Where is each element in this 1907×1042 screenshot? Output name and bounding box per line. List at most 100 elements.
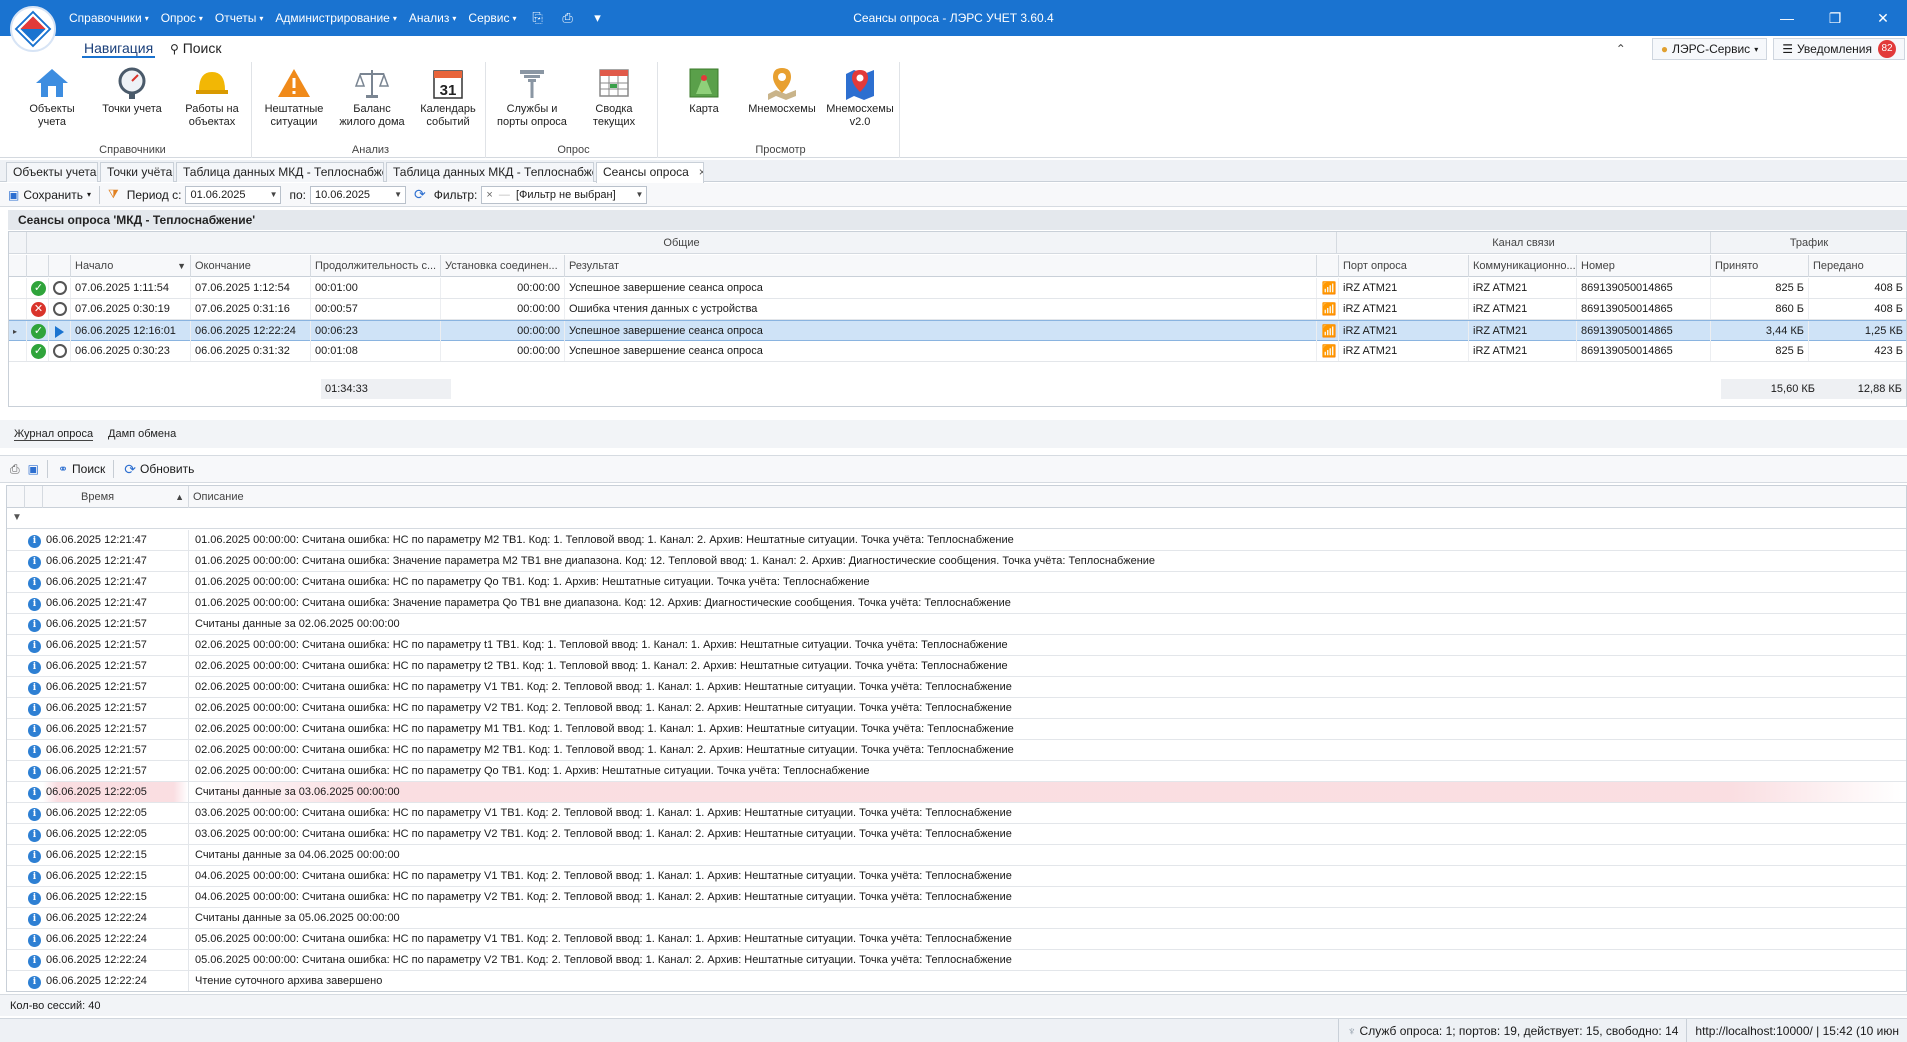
header-duration[interactable]: Продолжительность с... [311,255,441,277]
menu-item[interactable]: Отчеты ▾ [210,11,269,25]
log-type-cell: i [25,971,43,991]
chevron-down-icon[interactable]: ▾ [590,11,606,25]
close-tab-icon[interactable]: × [699,165,703,179]
log-row[interactable]: i 06.06.2025 12:21:57 02.06.2025 00:00:00:… [7,635,1906,656]
log-row[interactable]: i 06.06.2025 12:22:24 05.06.2025 00:00:00:… [7,929,1906,950]
doc-tab-objects[interactable]: Объекты учета [6,162,98,182]
log-row[interactable]: i 06.06.2025 12:21:57 02.06.2025 00:00:00:… [7,698,1906,719]
map-button[interactable]: Карта [666,66,742,116]
log-row[interactable]: i 06.06.2025 12:22:05 03.06.2025 00:00:00:… [7,824,1906,845]
service-status[interactable]: ♆ Служб опроса: 1; портов: 19, действует… [1338,1019,1686,1042]
log-search-button[interactable]: ⚭ Поиск [58,462,105,476]
info-icon: i [28,724,41,737]
tab-search[interactable]: ⚲ Поиск [168,40,223,56]
mnemo-v2-button[interactable]: Мнемосхемы v2.0 [822,66,898,129]
logo-icon [17,13,49,45]
cell-received: 860 Б [1711,299,1809,319]
alarm-clock-icon [53,302,67,316]
doc-tab-data-table-2[interactable]: Таблица данных МКД - Теплоснабжение [386,162,594,182]
collapse-ribbon-button[interactable]: ⌃ [1610,42,1632,56]
header-type[interactable] [49,255,71,277]
doc-tab-points[interactable]: Точки учёта [100,162,174,182]
close-button[interactable]: ✕ [1859,0,1907,36]
session-row[interactable]: ▸ ✓ 📶 06.06.2025 12:16:01 06.06.2025 12:22:2… [9,320,1906,341]
log-row[interactable]: i 06.06.2025 12:22:05 03.06.2025 00:00:00:… [7,803,1906,824]
works-button[interactable]: Работы на объектах [174,66,250,129]
filter-clear-icon[interactable]: × [486,189,492,201]
log-row[interactable]: i 06.06.2025 12:21:57 Считаны данные за 02… [7,614,1906,635]
log-row[interactable]: i 06.06.2025 12:22:24 05.06.2025 00:00:00:… [7,950,1906,971]
objects-button[interactable]: Объекты учета [14,66,90,129]
log-row[interactable]: i 06.06.2025 12:22:24 Чтение суточного арх… [7,971,1906,991]
log-time: 06.06.2025 12:21:57 [43,635,189,655]
minimize-button[interactable]: — [1763,0,1811,36]
header-result[interactable]: Результат [565,255,1317,277]
header-end[interactable]: Окончание [191,255,311,277]
restore-button[interactable]: ❐ [1811,0,1859,36]
header-number[interactable]: Номер [1577,255,1711,277]
header-connect[interactable]: Установка соединен... [441,255,565,277]
tab-dump[interactable]: Дамп обмена [108,428,176,440]
calendar-button[interactable]: 31 Календарь событий [410,66,486,129]
menu-item[interactable]: Анализ ▾ [404,11,462,25]
header-sent[interactable]: Передано [1809,255,1906,277]
log-row[interactable]: i 06.06.2025 12:22:15 04.06.2025 00:00:00:… [7,887,1906,908]
log-time: 06.06.2025 12:22:24 [43,950,189,970]
tab-journal[interactable]: Журнал опроса [14,428,94,441]
log-row[interactable]: i 06.06.2025 12:22:15 04.06.2025 00:00:00:… [7,866,1906,887]
save-button[interactable]: ▣ Сохранить ▾ [8,188,91,202]
log-filter-row[interactable]: ▼ [7,509,1906,529]
print-button[interactable]: ⎙ [10,462,20,477]
log-row[interactable]: i 06.06.2025 12:21:57 02.06.2025 00:00:00:… [7,677,1906,698]
header-received[interactable]: Принято [1711,255,1809,277]
log-header-description[interactable]: Описание [189,486,1906,508]
points-button[interactable]: Точки учета [94,66,170,116]
menu-item[interactable]: Администрирование ▾ [270,11,401,25]
notifications-button[interactable]: ☰ Уведомления 82 [1773,38,1905,60]
header-port[interactable]: Порт опроса [1339,255,1469,277]
log-row[interactable]: i 06.06.2025 12:21:57 02.06.2025 00:00:00:… [7,656,1906,677]
header-comm[interactable]: Коммуникационно... [1469,255,1577,277]
log-row[interactable]: i 06.06.2025 12:22:05 Считаны данные за 03… [7,782,1906,803]
log-row[interactable]: i 06.06.2025 12:21:47 01.06.2025 00:00:00:… [7,593,1906,614]
emergencies-button[interactable]: Нештатные ситуации [256,66,332,129]
doc-tab-data-table-1[interactable]: Таблица данных МКД - Теплоснабжение [176,162,384,182]
log-header-type[interactable] [25,486,43,508]
doc-tab-sessions[interactable]: Сеансы опроса × [596,162,704,183]
session-row[interactable]: ✓ 📶 06.06.2025 0:30:23 06.06.2025 0:31:32 00… [9,341,1906,362]
period-from-input[interactable]: 01.06.2025 ▼ [185,185,282,204]
period-to-input[interactable]: 10.06.2025 ▼ [310,185,406,204]
log-row[interactable]: i 06.06.2025 12:21:47 01.06.2025 00:00:00:… [7,572,1906,593]
user-button[interactable]: ● ЛЭРС-Сервис ▾ [1651,38,1768,60]
export-button[interactable]: ▣ [28,462,39,476]
log-refresh-button[interactable]: ⟳ Обновить [124,461,194,478]
log-row[interactable]: i 06.06.2025 12:21:57 02.06.2025 00:00:00:… [7,719,1906,740]
menu-item[interactable]: Опрос ▾ [156,11,208,25]
refresh-period-button[interactable]: ⟳ [414,186,426,203]
log-row[interactable]: i 06.06.2025 12:21:57 02.06.2025 00:00:00:… [7,740,1906,761]
menu-item[interactable]: Справочники ▾ [64,11,154,25]
app-logo[interactable] [10,6,56,52]
printer-icon[interactable]: ⎙ [560,11,576,25]
log-row[interactable]: i 06.06.2025 12:21:47 01.06.2025 00:00:00:… [7,530,1906,551]
clear-filter-button[interactable]: ⧩ [108,187,119,202]
mnemo-button[interactable]: Мнемосхемы [744,66,820,116]
header-status[interactable] [27,255,49,277]
log-row[interactable]: i 06.06.2025 12:22:15 Считаны данные за 04… [7,845,1906,866]
menu-item[interactable]: Сервис ▾ [463,11,521,25]
session-row[interactable]: ✓ 📶 07.06.2025 1:11:54 07.06.2025 1:12:54 00… [9,278,1906,299]
summary-button[interactable]: Сводка текущих [576,66,652,129]
session-row[interactable]: ✕ 📶 07.06.2025 0:30:19 07.06.2025 0:31:16 00… [9,299,1906,320]
log-row[interactable]: i 06.06.2025 12:21:57 02.06.2025 00:00:00:… [7,761,1906,782]
document-icon[interactable]: ⎘ [530,11,546,25]
log-description: 02.06.2025 00:00:00: Считана ошибка: НС … [195,702,1012,714]
log-row[interactable]: i 06.06.2025 12:21:47 01.06.2025 00:00:00:… [7,551,1906,572]
tab-navigation[interactable]: Навигация [82,40,156,58]
balance-button[interactable]: Баланс жилого дома [334,66,410,129]
log-row[interactable]: i 06.06.2025 12:22:24 Считаны данные за 05… [7,908,1906,929]
header-channel-icon[interactable] [1317,255,1339,277]
filter-select[interactable]: × — [Фильтр не выбран] ▼ [481,185,648,204]
log-header-time[interactable]: Время ▲ [43,486,189,508]
services-button[interactable]: Службы и порты опроса [494,66,570,129]
header-start[interactable]: Начало ▼ [71,255,191,277]
